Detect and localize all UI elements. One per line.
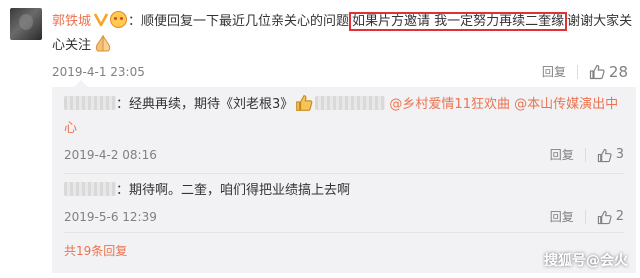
reply-date: 2019-5-6 12:39 bbox=[64, 210, 157, 224]
like-count: 28 bbox=[608, 63, 628, 81]
divider bbox=[584, 210, 586, 224]
reply-actions: 回复 2 bbox=[550, 207, 624, 227]
thumbs-up-icon bbox=[589, 64, 605, 80]
reply-text: ：经典再续，期待《刘老根3》 @乡村爱情11狂欢曲 @本山传媒演出中心 bbox=[64, 93, 624, 141]
reply-meta: 2019-5-6 12:39 回复 2 bbox=[64, 207, 624, 227]
more-replies-link[interactable]: 共19条回复 bbox=[64, 242, 127, 259]
reply-divider bbox=[64, 232, 624, 233]
reply-actions: 回复 3 bbox=[550, 145, 624, 165]
thumbs-up-emoji-icon bbox=[296, 95, 313, 111]
main-comment-meta: 2019-4-1 23:05 回复 28 bbox=[52, 62, 628, 82]
reply-button[interactable]: 回复 bbox=[542, 62, 566, 82]
reply-content: ：经典再续，期待《刘老根3》 bbox=[116, 97, 294, 112]
divider bbox=[576, 65, 578, 79]
reply-content: ：期待啊。二奎，咱们得把业绩搞上去啊 bbox=[116, 183, 351, 198]
reply-date: 2019-4-2 08:16 bbox=[64, 148, 157, 162]
pray-hands-icon bbox=[95, 35, 111, 52]
like-button[interactable]: 28 bbox=[589, 62, 628, 82]
replies-panel: ：经典再续，期待《刘老根3》 @乡村爱情11狂欢曲 @本山传媒演出中心 2019… bbox=[52, 80, 636, 273]
highlighted-text: 如果片方邀请 我一定努力再续二奎缘 bbox=[349, 12, 568, 31]
blurred-username bbox=[64, 96, 116, 110]
comment-text-part: ：顺便回复一下最近几位亲关心的问题 bbox=[128, 14, 350, 29]
reply-button[interactable]: 回复 bbox=[550, 145, 574, 165]
like-count: 3 bbox=[615, 147, 624, 162]
reply-item: ：经典再续，期待《刘老根3》 @乡村爱情11狂欢曲 @本山传媒演出中心 2019… bbox=[64, 93, 624, 165]
divider bbox=[584, 148, 586, 162]
thumbs-up-icon bbox=[597, 148, 612, 162]
reply-button[interactable]: 回复 bbox=[550, 207, 574, 227]
like-button[interactable]: 3 bbox=[597, 145, 624, 165]
like-button[interactable]: 2 bbox=[597, 207, 624, 227]
verified-badge-icon bbox=[94, 13, 109, 27]
like-count: 2 bbox=[615, 209, 624, 224]
emoji-icon bbox=[110, 11, 128, 28]
blurred-text bbox=[315, 96, 386, 110]
comment-username[interactable]: 郭铁城 bbox=[52, 14, 91, 29]
avatar[interactable] bbox=[10, 8, 42, 40]
comment-date: 2019-4-1 23:05 bbox=[52, 65, 145, 79]
thumbs-up-icon bbox=[597, 210, 612, 224]
watermark: 搜狐号@会火 bbox=[544, 253, 628, 269]
comment-actions: 回复 28 bbox=[542, 62, 628, 82]
main-comment-text: 郭铁城 ：顺便回复一下最近几位亲关心的问题 如果片方邀请 我一定努力再续二奎缘 谢谢大… bbox=[52, 10, 636, 58]
blurred-username bbox=[64, 182, 116, 196]
reply-item: ：期待啊。二奎，咱们得把业绩搞上去啊 2019-5-6 12:39 回复 2 bbox=[64, 179, 624, 227]
reply-text: ：期待啊。二奎，咱们得把业绩搞上去啊 bbox=[64, 179, 624, 203]
reply-divider bbox=[64, 173, 624, 174]
reply-meta: 2019-4-2 08:16 回复 3 bbox=[64, 145, 624, 165]
